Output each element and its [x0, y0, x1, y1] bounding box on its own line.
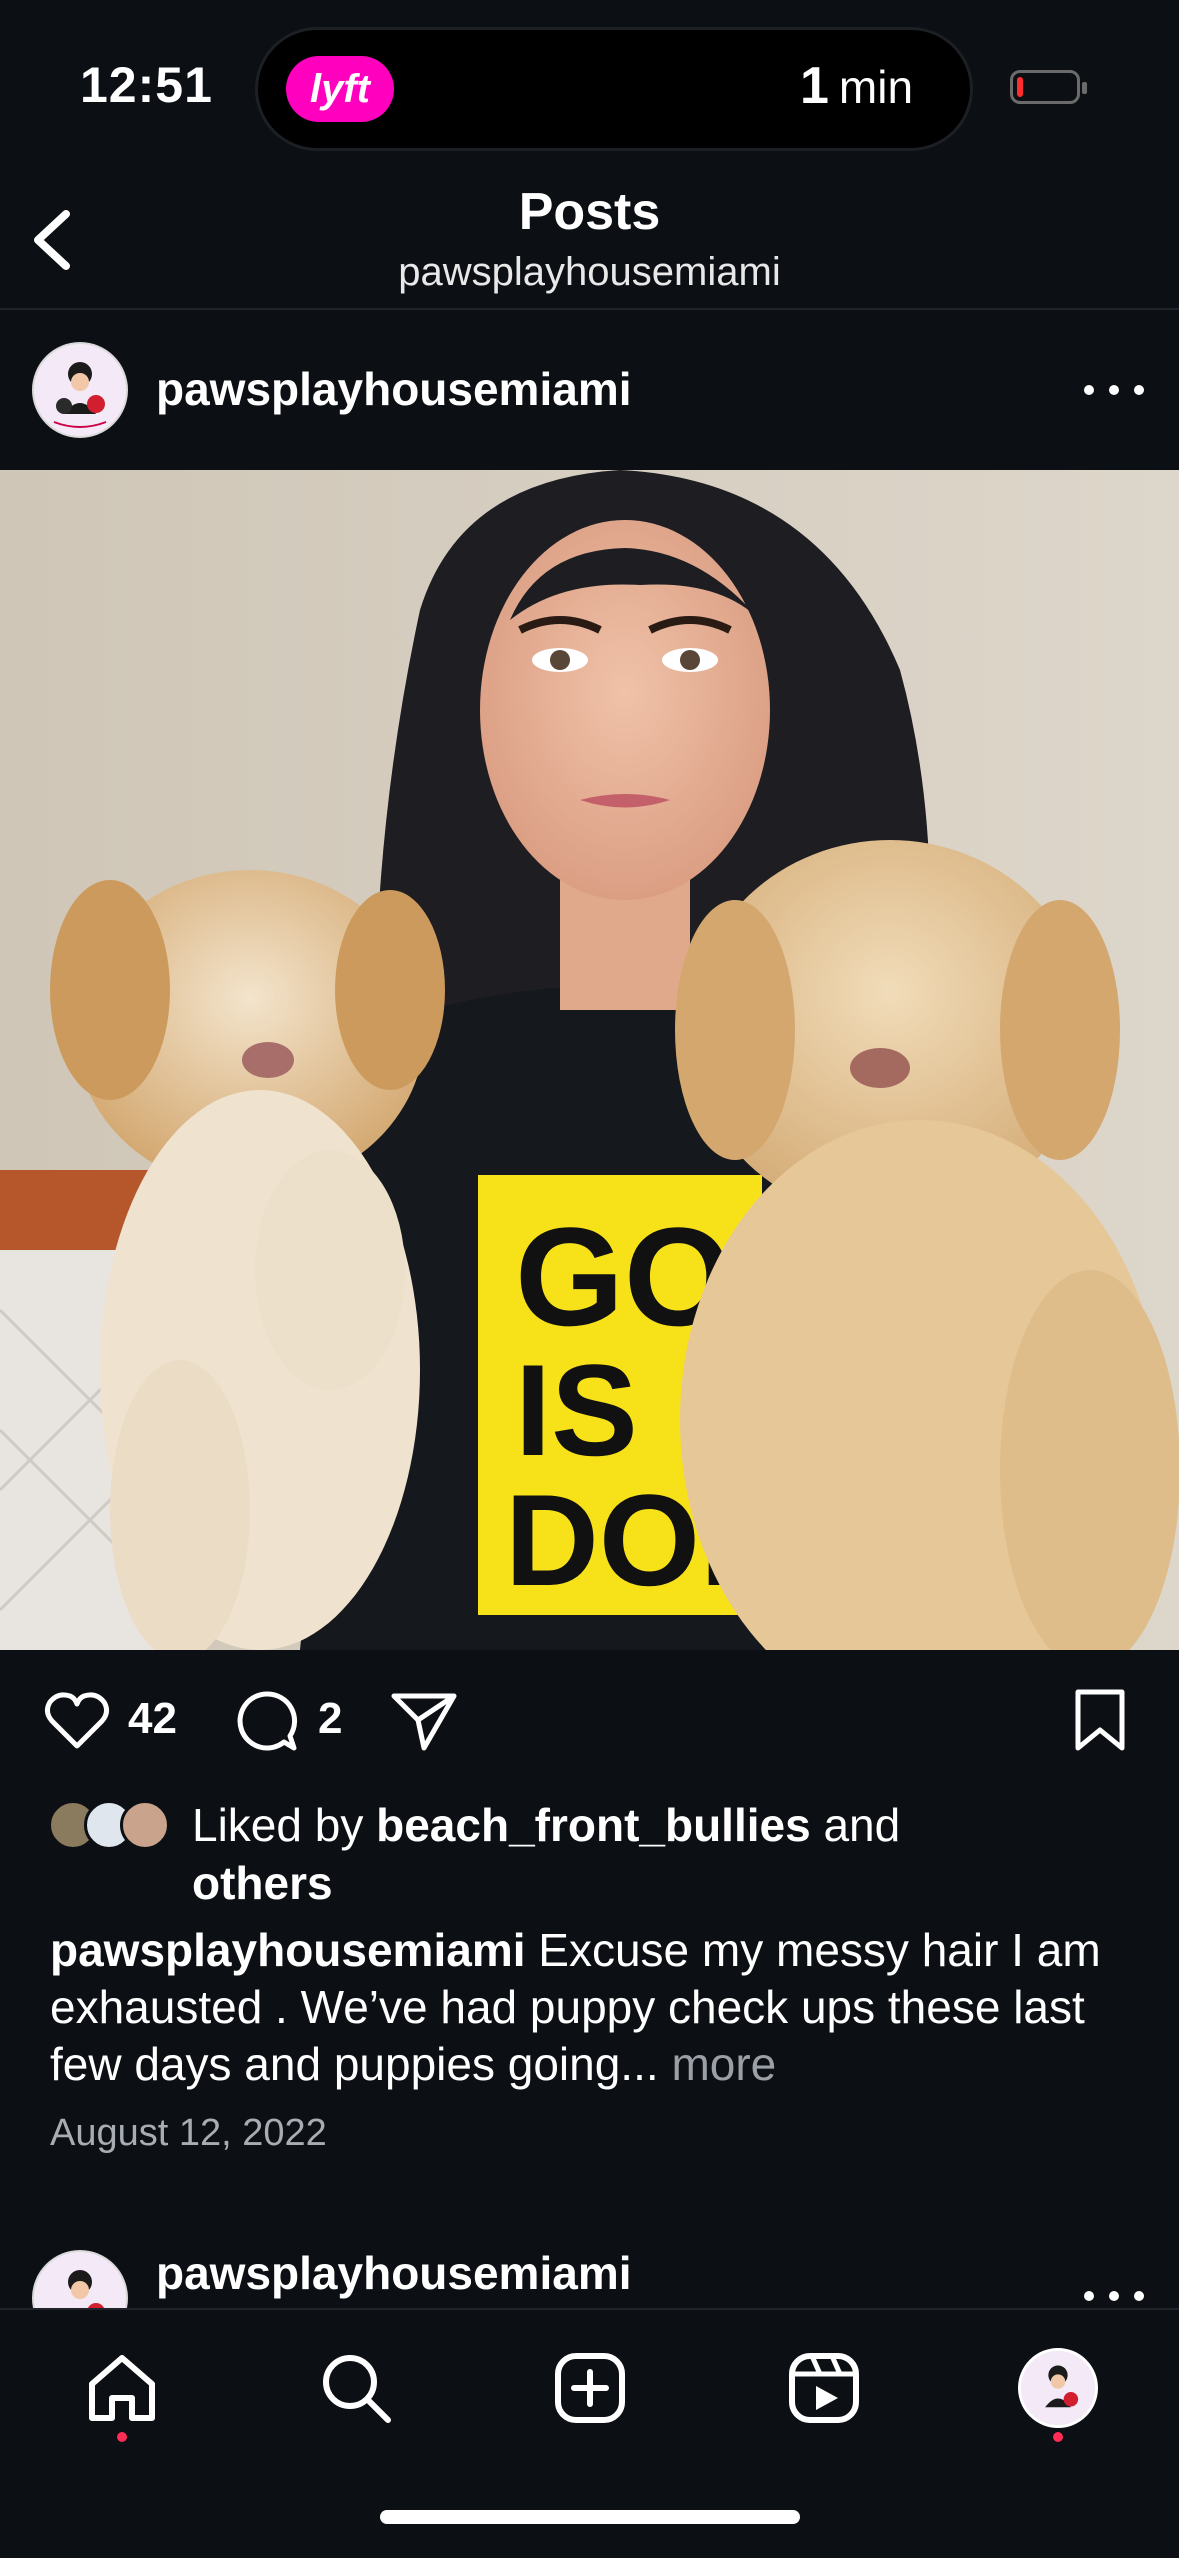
caption-more-link[interactable]: more: [671, 2038, 776, 2090]
liked-by-prefix: Liked by: [192, 1799, 364, 1851]
shirt-text-line-2: IS: [515, 1337, 638, 1483]
liked-by-text: Liked by beach_front_bullies and others: [192, 1796, 1092, 1912]
search-icon: [323, 2355, 391, 2423]
dot-icon: [1109, 385, 1119, 395]
dot-icon: [1084, 2291, 1094, 2301]
eta-value: 1: [800, 57, 829, 115]
liked-by-user[interactable]: beach_front_bullies: [376, 1799, 811, 1851]
reels-icon: [789, 2353, 859, 2423]
nav-create[interactable]: [550, 2348, 630, 2428]
liked-by-and: and: [823, 1799, 901, 1851]
like-button[interactable]: [42, 1686, 112, 1756]
nav-home[interactable]: [82, 2348, 162, 2428]
bookmark-icon: [1075, 1689, 1125, 1751]
eta-unit: min: [838, 61, 914, 113]
next-post-username[interactable]: pawsplayhousemiami: [156, 2246, 632, 2300]
nav-profile[interactable]: [1018, 2348, 1098, 2428]
lyft-eta: 1 min: [800, 56, 913, 116]
header-divider: [0, 308, 1179, 310]
post-avatar[interactable]: [32, 342, 128, 438]
heart-icon: [44, 1692, 110, 1749]
page-title: Posts: [518, 183, 661, 241]
comments-count[interactable]: 2: [318, 1694, 342, 1744]
comment-icon: [237, 1691, 298, 1751]
dot-icon: [1134, 385, 1144, 395]
comment-button[interactable]: [232, 1686, 302, 1756]
battery-icon: [1010, 70, 1087, 104]
post-username[interactable]: pawsplayhousemiami: [156, 362, 632, 416]
post-date: August 12, 2022: [50, 2112, 327, 2154]
avatar-illustration: [34, 344, 126, 436]
share-button[interactable]: [388, 1686, 460, 1756]
dot-icon: [1109, 2291, 1119, 2301]
liker-avatar: [120, 1800, 170, 1850]
post-photo-illustration: GOD IS DOPE.: [0, 470, 1179, 1650]
post-image[interactable]: GOD IS DOPE.: [0, 470, 1179, 1650]
dot-icon: [1084, 385, 1094, 395]
profile-notification-dot: [1053, 2432, 1063, 2442]
post-caption: pawsplayhousemiami Excuse my messy hair …: [50, 1922, 1140, 2093]
create-icon: [555, 2353, 625, 2423]
home-indicator[interactable]: [380, 2510, 800, 2524]
liked-by-others[interactable]: others: [192, 1857, 333, 1909]
likes-count[interactable]: 42: [128, 1694, 177, 1744]
save-button[interactable]: [1070, 1686, 1130, 1756]
status-time: 12:51: [80, 57, 213, 113]
liked-by-avatars[interactable]: [48, 1800, 188, 1854]
send-icon: [391, 1693, 457, 1751]
dot-icon: [1134, 2291, 1144, 2301]
page-subtitle[interactable]: pawsplayhousemiami: [0, 250, 1179, 295]
nav-reels[interactable]: [784, 2348, 864, 2428]
caption-username[interactable]: pawsplayhousemiami: [50, 1924, 526, 1976]
more-options-button[interactable]: [1084, 380, 1144, 400]
avatar-illustration: [1021, 2351, 1095, 2425]
profile-avatar: [1018, 2348, 1098, 2428]
next-post-more-button[interactable]: [1084, 2286, 1144, 2306]
nav-search[interactable]: [316, 2348, 396, 2428]
home-icon: [89, 2355, 155, 2421]
home-notification-dot: [117, 2432, 127, 2442]
lyft-badge[interactable]: lyft: [286, 56, 394, 122]
